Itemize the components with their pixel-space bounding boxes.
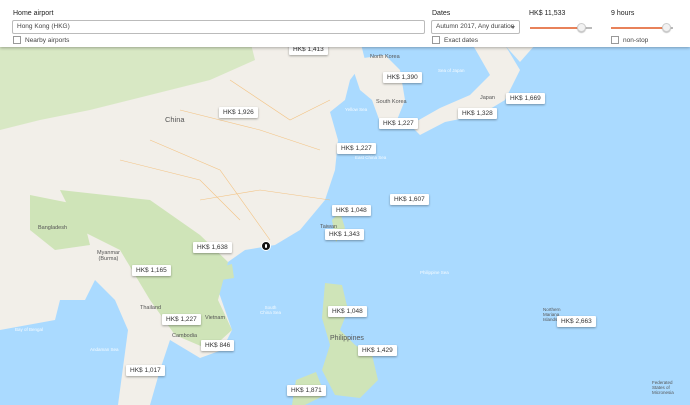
price-marker[interactable]: HK$ 1,328 — [458, 108, 497, 119]
price-slider-fill — [530, 27, 583, 29]
exact-dates-checkbox[interactable]: Exact dates — [432, 36, 478, 44]
home-airport-marker[interactable] — [261, 241, 271, 251]
label-bangladesh: Bangladesh — [38, 225, 68, 231]
price-slider[interactable] — [530, 23, 592, 32]
home-airport-input[interactable]: Hong Kong (HKG) — [12, 20, 425, 34]
price-marker[interactable]: HK$ 1,669 — [506, 93, 545, 104]
map-canvas — [0, 0, 690, 405]
label-cambodia: Cambodia — [172, 333, 198, 339]
label-north-korea: North Korea — [370, 54, 400, 60]
dates-label: Dates — [432, 10, 451, 17]
price-marker[interactable]: HK$ 1,227 — [379, 118, 418, 129]
label-sea-of-japan: Sea of Japan — [438, 68, 465, 73]
price-marker[interactable]: HK$ 1,048 — [328, 306, 367, 317]
price-marker[interactable]: HK$ 1,227 — [337, 143, 376, 154]
nearby-airports-label: Nearby airports — [25, 36, 70, 44]
checkbox-box[interactable] — [432, 36, 440, 44]
duration-slider[interactable] — [611, 23, 673, 32]
label-thailand: Thailand — [140, 305, 162, 311]
dates-value: Autumn 2017, Any duration — [436, 23, 515, 30]
price-marker[interactable]: HK$ 1,871 — [287, 385, 326, 396]
duration-slider-handle[interactable] — [662, 23, 671, 32]
price-marker[interactable]: HK$ 1,227 — [162, 314, 201, 325]
label-china: China — [165, 115, 185, 124]
non-stop-label: non-stop — [623, 36, 649, 44]
price-marker[interactable]: HK$ 1,607 — [390, 194, 429, 205]
label-philippines: Philippines — [330, 335, 364, 342]
label-micronesia: Federated States of Micronesia — [652, 380, 674, 395]
price-marker[interactable]: HK$ 1,926 — [219, 107, 258, 118]
price-marker[interactable]: HK$ 2,663 — [557, 316, 596, 327]
label-philippine-sea: Philippine Sea — [420, 270, 449, 275]
duration-filter-label: 9 hours — [611, 10, 635, 17]
exact-dates-label: Exact dates — [444, 36, 478, 44]
label-myanmar: Myanmar (Burma) — [97, 250, 120, 262]
price-filter-label: HK$ 11,533 — [529, 10, 566, 17]
home-airport-label: Home airport — [13, 10, 54, 17]
checkbox-box[interactable] — [13, 36, 21, 44]
duration-slider-fill — [611, 27, 667, 29]
chevron-down-icon — [511, 26, 515, 29]
search-panel: Home airport Hong Kong (HKG) Nearby airp… — [0, 0, 690, 47]
price-marker[interactable]: HK$ 1,017 — [126, 365, 165, 376]
label-bay-of-bengal: Bay of Bengal — [15, 327, 44, 332]
label-japan: Japan — [480, 95, 495, 101]
price-marker[interactable]: HK$ 1,165 — [132, 265, 171, 276]
label-south-korea: South Korea — [376, 99, 407, 105]
nearby-airports-checkbox[interactable]: Nearby airports — [13, 36, 69, 44]
price-slider-handle[interactable] — [577, 23, 586, 32]
price-marker[interactable]: HK$ 1,638 — [193, 242, 232, 253]
price-marker[interactable]: HK$ 1,048 — [332, 205, 371, 216]
label-south-china-sea: South China Sea — [260, 305, 282, 315]
price-marker[interactable]: HK$ 846 — [201, 340, 235, 351]
price-marker[interactable]: HK$ 1,429 — [358, 345, 397, 356]
label-andaman-sea: Andaman Sea — [90, 347, 119, 352]
price-marker[interactable]: HK$ 1,390 — [383, 72, 422, 83]
label-yellow-sea: Yellow Sea — [345, 107, 368, 112]
checkbox-box[interactable] — [611, 36, 619, 44]
price-marker[interactable]: HK$ 1,343 — [325, 229, 364, 240]
non-stop-checkbox[interactable]: non-stop — [611, 36, 648, 44]
flight-map[interactable]: China Japan North Korea South Korea Taiw… — [0, 0, 690, 405]
label-vietnam: Vietnam — [205, 315, 226, 321]
label-east-china-sea: East China Sea — [355, 155, 387, 160]
dates-dropdown[interactable]: Autumn 2017, Any duration — [431, 20, 520, 34]
